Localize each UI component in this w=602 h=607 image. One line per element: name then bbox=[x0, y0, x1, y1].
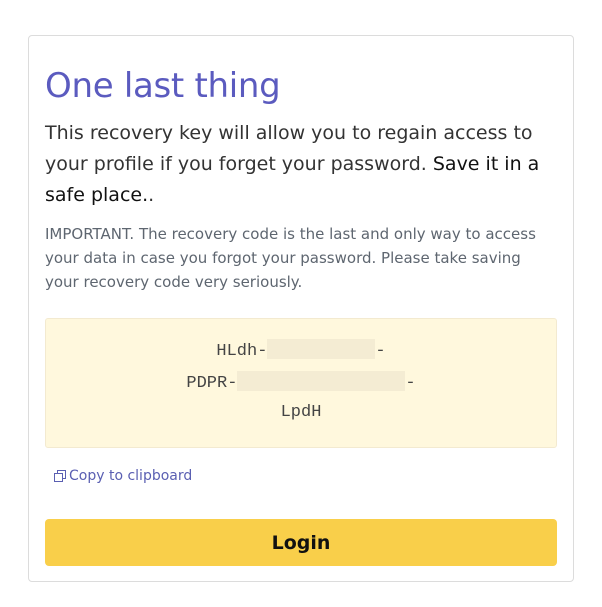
copy-to-clipboard-link[interactable]: Copy to clipboard bbox=[54, 468, 192, 484]
important-note: IMPORTANT. The recovery code is the last… bbox=[45, 225, 536, 291]
key-segment: PDPR- bbox=[186, 374, 238, 393]
key-segment: HLdh- bbox=[216, 342, 268, 361]
recovery-key-line-1: HLdh- - bbox=[46, 339, 556, 361]
key-separator: - bbox=[375, 342, 386, 361]
redacted-segment bbox=[237, 371, 406, 391]
lead-paragraph: This recovery key will allow you to rega… bbox=[45, 118, 559, 211]
copy-icon bbox=[54, 470, 66, 482]
key-separator: - bbox=[405, 374, 416, 393]
redacted-segment bbox=[267, 339, 376, 359]
login-button[interactable]: Login bbox=[45, 519, 557, 566]
recovery-key-card: One last thing This recovery key will al… bbox=[28, 35, 574, 582]
recovery-key-line-3: LpdH bbox=[280, 403, 322, 422]
recovery-key-box: HLdh- - PDPR- - LpdH bbox=[45, 318, 557, 448]
recovery-key-line-2: PDPR- - bbox=[46, 371, 556, 393]
copy-label: Copy to clipboard bbox=[69, 468, 193, 484]
lead-tail: . bbox=[148, 184, 155, 206]
page-title: One last thing bbox=[45, 66, 281, 106]
